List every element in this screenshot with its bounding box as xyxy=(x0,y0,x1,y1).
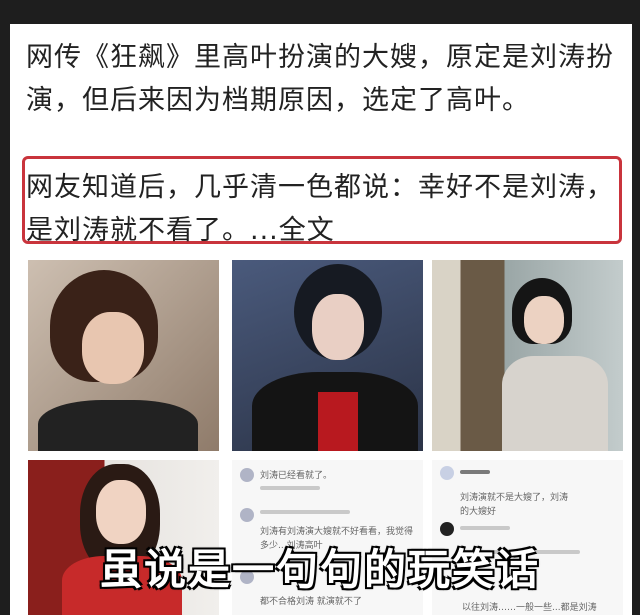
photo-tile-2[interactable] xyxy=(232,260,423,451)
photo-tile-3[interactable] xyxy=(432,260,623,451)
user-avatar-icon xyxy=(440,466,454,480)
highlight-text[interactable]: 网友知道后，几乎清一色都说：幸好不是刘涛，是刘涛就不看了。...全文 xyxy=(26,166,622,252)
light-blouse xyxy=(502,356,608,451)
post-paragraph: 网传《狂飙》里高叶扮演的大嫂，原定是刘涛扮演，但后来因为档期原因，选定了高叶。 xyxy=(26,42,614,116)
face-shape xyxy=(312,294,364,360)
photo-tile-1[interactable] xyxy=(28,260,219,451)
comment-line xyxy=(260,486,320,490)
comment-text: 的大嫂好 xyxy=(460,507,497,517)
comment-text: 刘涛已经看就了。 xyxy=(260,471,333,481)
dark-clothing xyxy=(38,400,198,451)
comment-line xyxy=(460,470,490,474)
face-shape xyxy=(524,296,564,344)
red-shirt xyxy=(318,392,358,451)
face-shape xyxy=(96,480,146,544)
user-avatar-icon xyxy=(440,522,454,536)
comment-text: 以往刘涛……一般一些...都是刘涛 xyxy=(462,603,597,613)
face-shape xyxy=(82,312,144,384)
video-caption: 虽说是一句句的玩笑话 xyxy=(99,545,540,594)
post-card: 网传《狂飙》里高叶扮演的大嫂，原定是刘涛扮演，但后来因为档期原因，选定了高叶。 … xyxy=(10,24,632,615)
comment-line xyxy=(260,510,350,514)
comment-text: 刘涛演就不是大嫂了，刘涛 xyxy=(460,493,569,503)
user-avatar-icon xyxy=(240,468,254,482)
user-avatar-icon xyxy=(240,508,254,522)
comment-line xyxy=(460,526,510,530)
